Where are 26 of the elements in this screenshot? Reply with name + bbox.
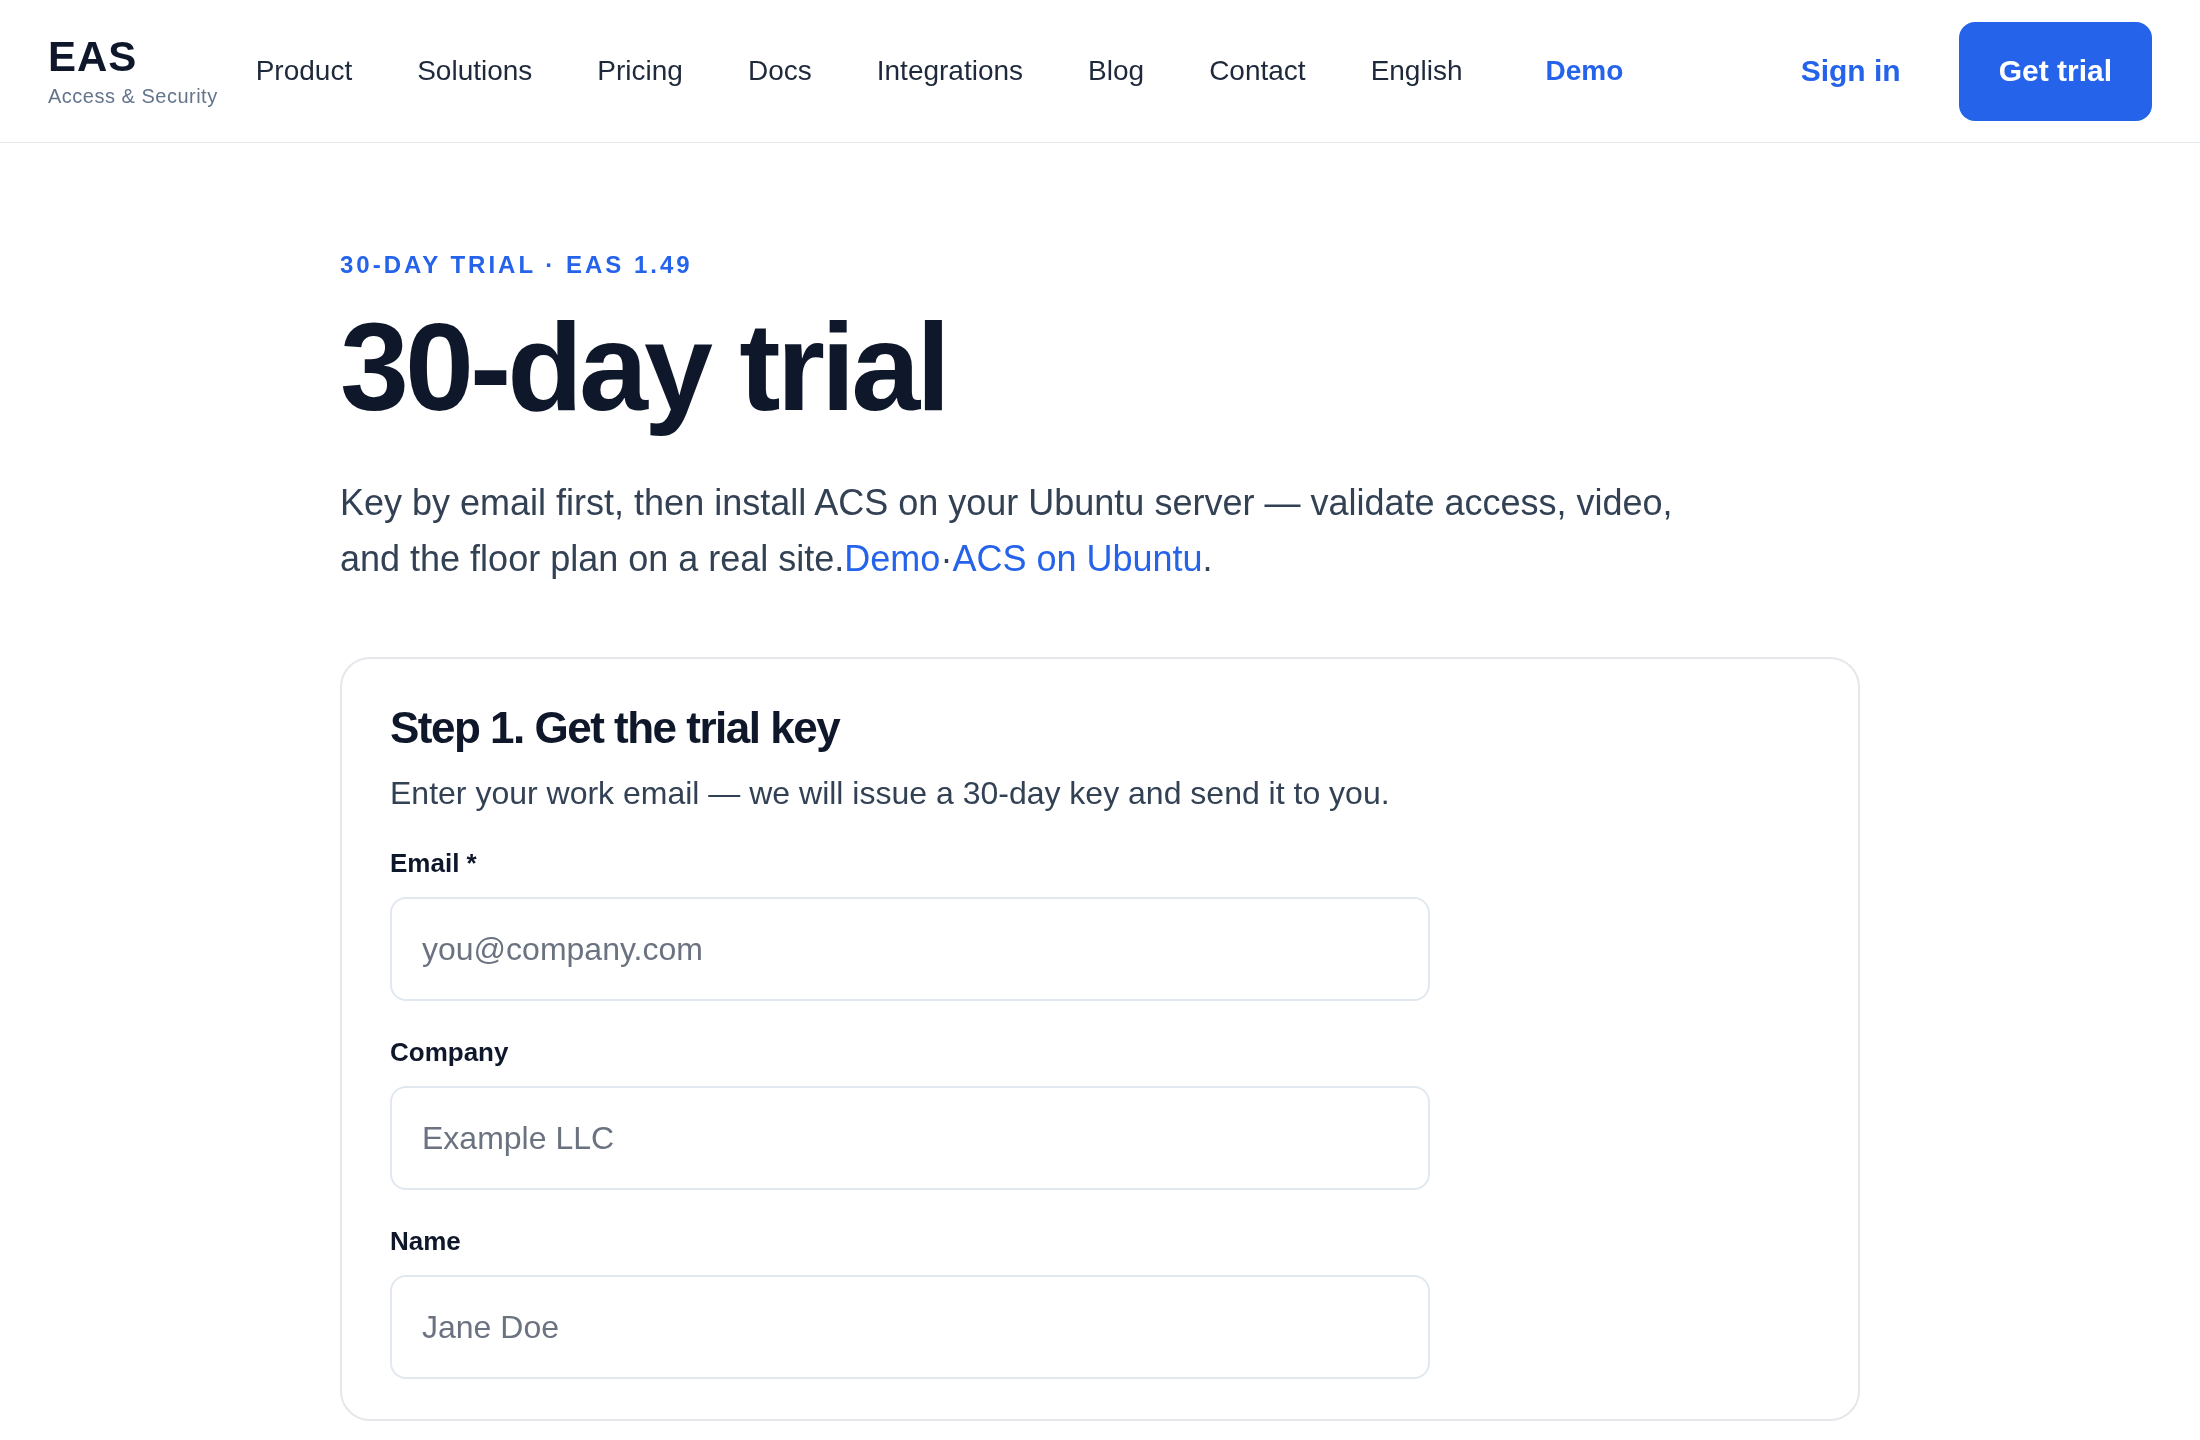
intro-link[interactable]: Demo	[844, 538, 941, 580]
nav-link[interactable]: English	[1370, 55, 1463, 87]
input-field[interactable]: Example LLC	[390, 1086, 1430, 1191]
eyebrow-text: 30-DAY TRIAL · EAS 1.49	[340, 251, 694, 279]
nav-link[interactable]: Solutions	[417, 55, 533, 87]
nav-link[interactable]: Integrations	[876, 55, 1024, 87]
intro-link[interactable]: ACS on Ubuntu	[952, 538, 1203, 580]
field-label: Company	[390, 1037, 510, 1069]
nav-link[interactable]: Product	[255, 55, 353, 87]
field-label: Name	[390, 1226, 462, 1258]
field-label: Email *	[390, 848, 478, 880]
intro-paragraph: Key by email first, then install ACS on your Ubuntu server — validate access, video, and the floor plan on a real site.Demo·ACS on Ubuntu.	[340, 481, 1674, 582]
nav-link[interactable]: Docs	[747, 55, 812, 87]
input-field[interactable]: Jane Doe	[390, 1275, 1430, 1380]
nav-link[interactable]: Demo	[1545, 55, 1624, 87]
logo-text[interactable]: EAS	[48, 34, 218, 81]
card-title: Step 1. Get the trial key	[390, 703, 841, 754]
sign-in-link[interactable]: Sign in	[1800, 54, 1901, 88]
nav-link[interactable]: Blog	[1088, 55, 1145, 87]
page-title: 30-day trial	[340, 299, 948, 436]
logo-tagline: Access & Security	[48, 84, 218, 108]
get-trial-button[interactable]: Get trial	[1958, 21, 2152, 121]
input-field[interactable]: you@company.com	[390, 897, 1430, 1002]
nav-link[interactable]: Pricing	[597, 55, 683, 87]
card-subtitle: Enter your work email — we will issue a 30-day key and send it to you.	[390, 775, 1391, 813]
nav-link[interactable]: Contact	[1209, 55, 1306, 87]
